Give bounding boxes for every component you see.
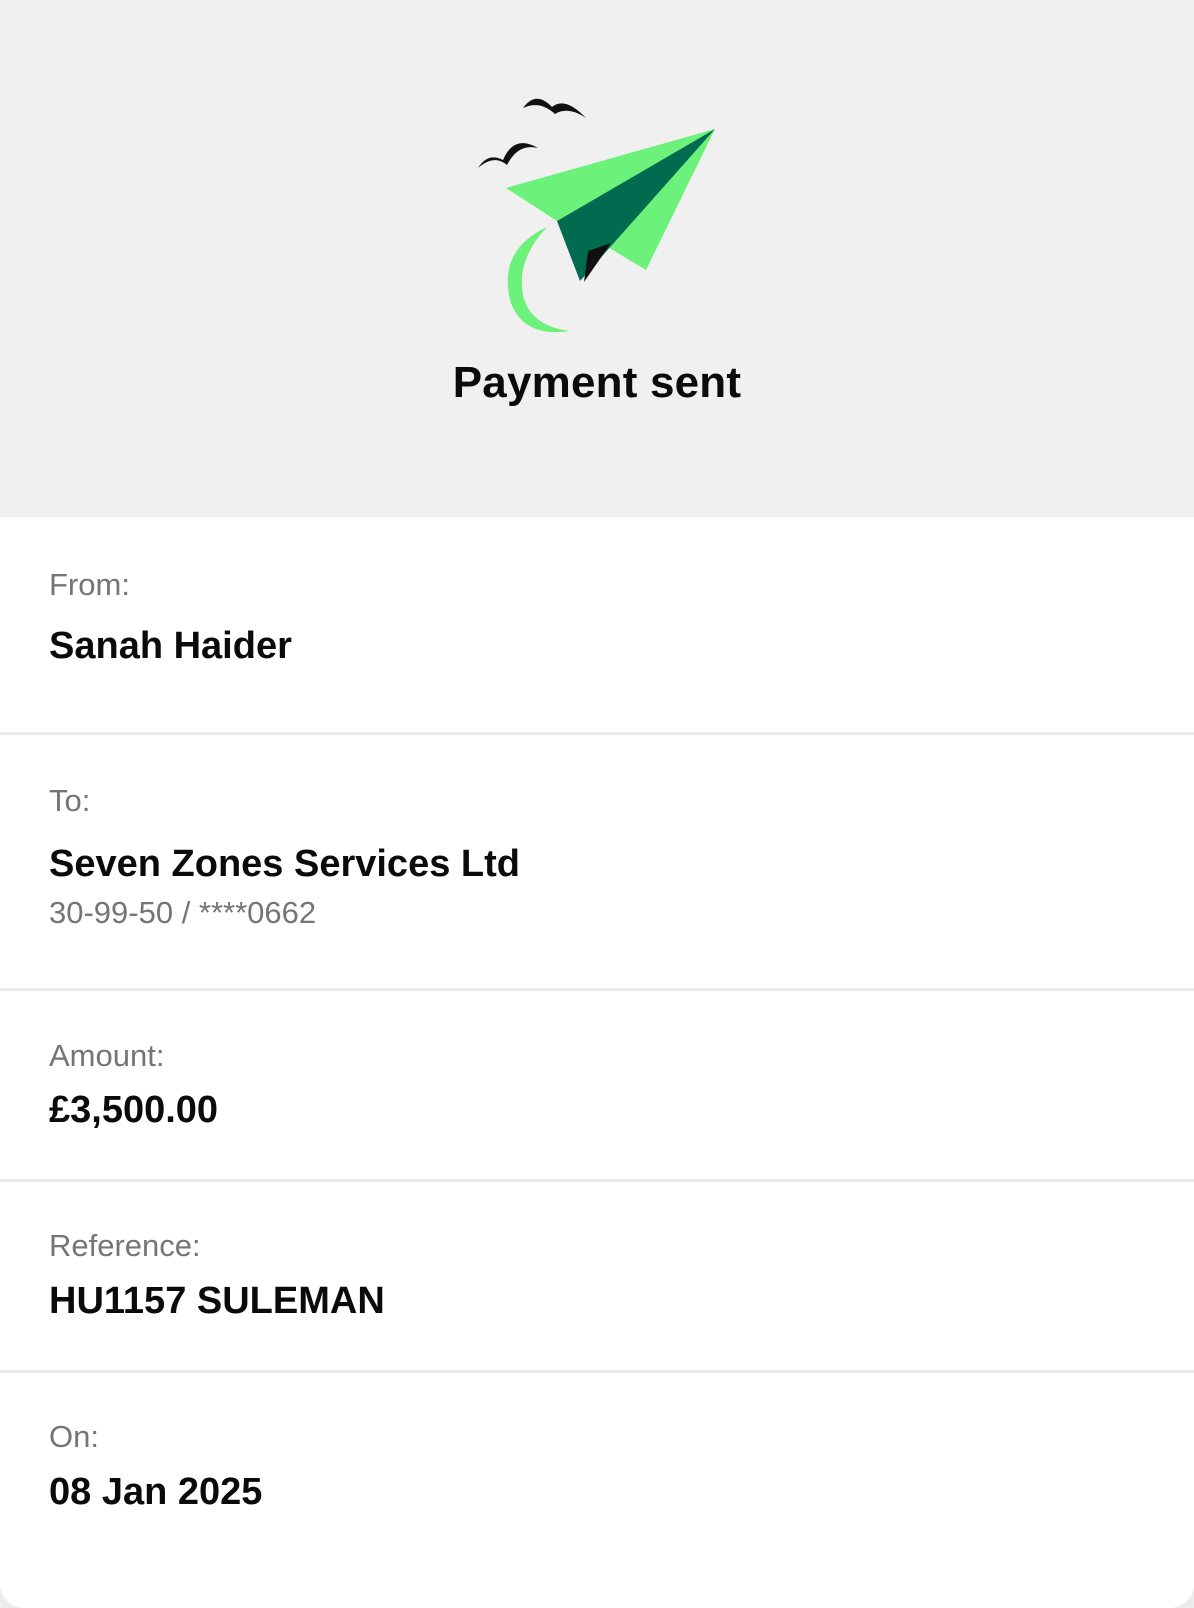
recipient-account: 30-99-50 / ****0662 — [49, 895, 317, 930]
recipient-name: Seven Zones Services Ltd — [49, 843, 520, 885]
amount-label: Amount: — [49, 1038, 165, 1073]
bird-icon — [478, 143, 538, 168]
amount-section: Amount: £3,500.00 — [0, 991, 1194, 1182]
bird-icon — [523, 98, 586, 118]
date-label: On: — [49, 1419, 99, 1454]
page-title: Payment sent — [452, 358, 742, 407]
reference-label: Reference: — [49, 1228, 201, 1263]
reference-value: HU1157 SULEMAN — [49, 1280, 385, 1322]
from-section: From: Sanah Haider — [0, 517, 1194, 735]
to-label: To: — [49, 783, 91, 818]
from-label: From: — [49, 567, 130, 602]
to-section: To: Seven Zones Services Ltd 30-99-50 / … — [0, 735, 1194, 991]
sender-name: Sanah Haider — [49, 625, 292, 667]
amount-value: £3,500.00 — [49, 1089, 219, 1131]
payment-date: 08 Jan 2025 — [49, 1471, 263, 1513]
date-section: On: 08 Jan 2025 — [0, 1373, 1194, 1608]
paper-plane-icon — [478, 98, 715, 333]
payment-confirmation-card: Payment sent From: Sanah Haider To: Seve… — [0, 0, 1194, 1608]
confirmation-header: Payment sent — [0, 0, 1194, 517]
trail-swoosh — [507, 227, 570, 333]
reference-section: Reference: HU1157 SULEMAN — [0, 1182, 1194, 1373]
